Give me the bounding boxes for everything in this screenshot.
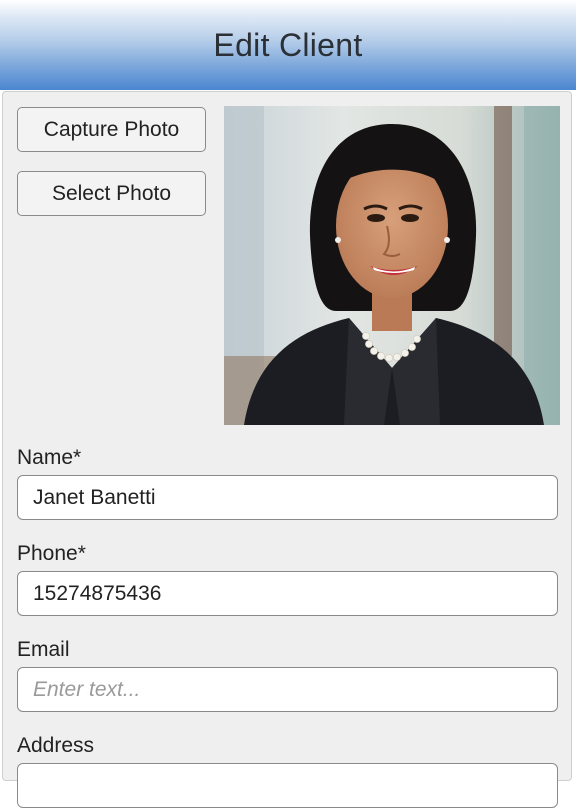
page-title: Edit Client xyxy=(213,26,363,63)
email-field[interactable]: Enter text... xyxy=(17,667,558,712)
phone-value: 15274875436 xyxy=(33,581,162,605)
address-label: Address xyxy=(17,734,95,757)
select-photo-button[interactable]: Select Photo xyxy=(17,171,206,216)
name-field[interactable]: Janet Banetti xyxy=(17,475,558,520)
name-label: Name* xyxy=(17,446,82,469)
phone-field[interactable]: 15274875436 xyxy=(17,571,558,616)
phone-label: Phone* xyxy=(17,542,86,565)
email-placeholder: Enter text... xyxy=(33,677,141,701)
name-value: Janet Banetti xyxy=(33,485,156,509)
capture-photo-button[interactable]: Capture Photo xyxy=(17,107,206,152)
email-label: Email xyxy=(17,638,70,661)
client-photo xyxy=(224,106,560,425)
app-header: Edit Client xyxy=(0,0,576,90)
address-field[interactable] xyxy=(17,763,558,808)
